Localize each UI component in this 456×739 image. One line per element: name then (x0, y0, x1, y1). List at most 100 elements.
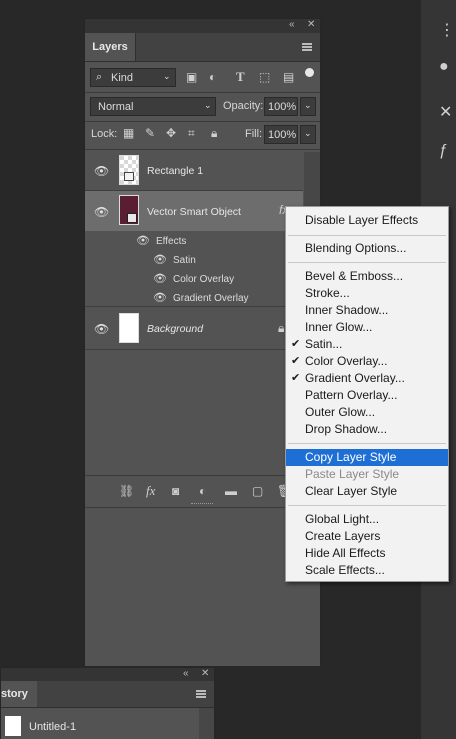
blend-mode-select[interactable]: Normal ⌄ (90, 97, 216, 116)
chevron-down-icon: ⌄ (304, 100, 312, 110)
eye-icon[interactable]: 👁︎ (94, 322, 109, 336)
adjustment-filter-icon[interactable]: ◐ (209, 70, 216, 84)
menu-separator (288, 443, 446, 444)
shape-badge-icon (124, 172, 134, 181)
tool-icon-1[interactable]: ⋮ (439, 20, 455, 40)
panel-tabbar: story (1, 681, 214, 708)
shape-filter-icon[interactable]: ⬚ (259, 70, 270, 84)
opacity-label: Opacity: (223, 100, 264, 112)
history-list: Untitled-1 (1, 708, 214, 739)
menu-item-drop-shadow[interactable]: Drop Shadow... (286, 421, 448, 438)
link-icon[interactable]: ⛓︎ (119, 484, 134, 498)
filter-kind-label: Kind (111, 72, 134, 84)
menu-item-bevel-emboss[interactable]: Bevel & Emboss... (286, 268, 448, 285)
menu-item-inner-shadow[interactable]: Inner Shadow... (286, 302, 448, 319)
menu-item-create-layers[interactable]: Create Layers (286, 528, 448, 545)
eye-icon[interactable]: 👁︎ (94, 205, 109, 219)
effect-label: Color Overlay (172, 274, 235, 285)
menu-item-disable-layer-effects[interactable]: Disable Layer Effects (286, 212, 448, 229)
lock-brush-icon[interactable]: ✎ (145, 126, 155, 140)
eye-icon[interactable]: 👁︎ (136, 235, 150, 247)
menu-item-outer-glow[interactable]: Outer Glow... (286, 404, 448, 421)
effects-header[interactable]: 👁︎ Effects (136, 234, 186, 247)
lock-icon[interactable]: 🔒︎ (278, 321, 284, 336)
history-panel: « ✕ story Untitled-1 (0, 667, 215, 739)
layer-name[interactable]: Rectangle 1 (147, 165, 203, 177)
layer-name[interactable]: Background (147, 323, 203, 335)
lock-move-icon[interactable]: ✥ (166, 126, 176, 140)
panel-menu-icon[interactable] (302, 43, 312, 51)
panel-titlebar: « ✕ (1, 668, 214, 681)
chevron-down-icon: ⌄ (204, 100, 212, 110)
blend-mode-value: Normal (98, 101, 134, 113)
menu-item-stroke[interactable]: Stroke... (286, 285, 448, 302)
collapse-icon[interactable]: « (183, 668, 189, 679)
eye-icon[interactable]: 👁︎ (153, 273, 167, 285)
layer-row-rectangle[interactable]: 👁︎ Rectangle 1 (85, 152, 303, 191)
menu-item-scale-effects[interactable]: Scale Effects... (286, 562, 448, 579)
tool-icon-3[interactable]: ✕ (439, 102, 452, 122)
menu-item-gradient-overlay[interactable]: ✔ Gradient Overlay... (286, 370, 448, 387)
smartobject-filter-icon[interactable]: ▤ (283, 70, 294, 84)
close-icon[interactable]: ✕ (307, 19, 315, 30)
adjustment-icon[interactable]: ◐ (199, 484, 206, 498)
effects-label: Effects (155, 236, 187, 247)
pixel-filter-icon[interactable]: ▣ (186, 70, 197, 84)
menu-item-global-light[interactable]: Global Light... (286, 511, 448, 528)
menu-item-clear-layer-style[interactable]: Clear Layer Style (286, 483, 448, 500)
effect-satin[interactable]: 👁︎ Satin (153, 253, 196, 266)
panel-tabbar: Layers (85, 33, 320, 62)
chevron-down-icon: ⌄ (163, 71, 171, 81)
effect-gradient-overlay[interactable]: 👁︎ Gradient Overlay (153, 291, 249, 304)
eye-icon[interactable]: 👁︎ (94, 164, 109, 178)
fx-icon[interactable]: fx (146, 483, 155, 499)
tab-history[interactable]: story (1, 681, 37, 707)
lock-transparent-icon[interactable]: ▦ (123, 126, 134, 140)
menu-item-label: Color Overlay... (305, 354, 388, 368)
filter-kind-select[interactable]: ⌕ Kind ⌄ (90, 68, 176, 87)
tool-icon-2[interactable]: ● (439, 58, 449, 76)
menu-item-copy-layer-style[interactable]: Copy Layer Style (286, 449, 448, 466)
layer-thumbnail (119, 313, 139, 343)
scrollbar[interactable] (199, 708, 214, 739)
collapse-icon[interactable]: « (289, 19, 295, 30)
type-filter-icon[interactable]: T (236, 69, 245, 85)
opacity-input[interactable]: 100% (264, 97, 298, 116)
menu-item-inner-glow[interactable]: Inner Glow... (286, 319, 448, 336)
layer-name[interactable]: Vector Smart Object (147, 206, 241, 218)
eye-icon[interactable]: 👁︎ (153, 292, 167, 304)
effects-group: 👁︎ Effects 👁︎ Satin 👁︎ Color Overlay 👁︎ Grad… (85, 231, 303, 307)
history-item-label[interactable]: Untitled-1 (29, 721, 76, 733)
menu-item-color-overlay[interactable]: ✔ Color Overlay... (286, 353, 448, 370)
menu-item-blending-options[interactable]: Blending Options... (286, 240, 448, 257)
lock-artboard-icon[interactable]: ⌗ (188, 126, 195, 141)
divider (85, 92, 320, 93)
context-menu: Disable Layer Effects Blending Options..… (285, 206, 449, 582)
eye-icon[interactable]: 👁︎ (153, 254, 167, 266)
fill-input[interactable]: 100% (264, 125, 298, 144)
menu-item-label: Gradient Overlay... (305, 371, 405, 385)
layer-row-background[interactable]: 👁︎ Background 🔒︎ (85, 307, 303, 350)
checkmark-icon: ✔ (291, 372, 301, 384)
divider (85, 149, 320, 150)
menu-item-pattern-overlay[interactable]: Pattern Overlay... (286, 387, 448, 404)
menu-item-paste-layer-style: Paste Layer Style (305, 467, 400, 481)
layer-thumbnail (119, 155, 139, 185)
menu-separator (288, 505, 446, 506)
mask-icon[interactable]: ◙ (172, 484, 179, 498)
menu-item-satin[interactable]: ✔ Satin... (286, 336, 448, 353)
folder-icon[interactable]: ▬ (225, 484, 237, 498)
opacity-dropdown[interactable]: ⌄ (300, 97, 316, 116)
checkmark-icon: ✔ (291, 338, 301, 350)
fill-dropdown[interactable]: ⌄ (300, 125, 316, 144)
close-icon[interactable]: ✕ (201, 668, 209, 679)
lock-all-icon[interactable]: 🔒︎ (211, 126, 217, 141)
menu-item-hide-all-effects[interactable]: Hide All Effects (286, 545, 448, 562)
effect-color-overlay[interactable]: 👁︎ Color Overlay (153, 272, 234, 285)
tool-icon-4[interactable]: ƒ (439, 142, 448, 160)
new-layer-icon[interactable]: ▢ (252, 484, 263, 498)
filter-toggle-icon[interactable] (305, 68, 314, 77)
panel-menu-icon[interactable] (196, 690, 206, 698)
layer-row-vector-smart-object[interactable]: 👁︎ Vector Smart Object fx (85, 191, 303, 231)
tab-layers[interactable]: Layers (85, 33, 136, 61)
